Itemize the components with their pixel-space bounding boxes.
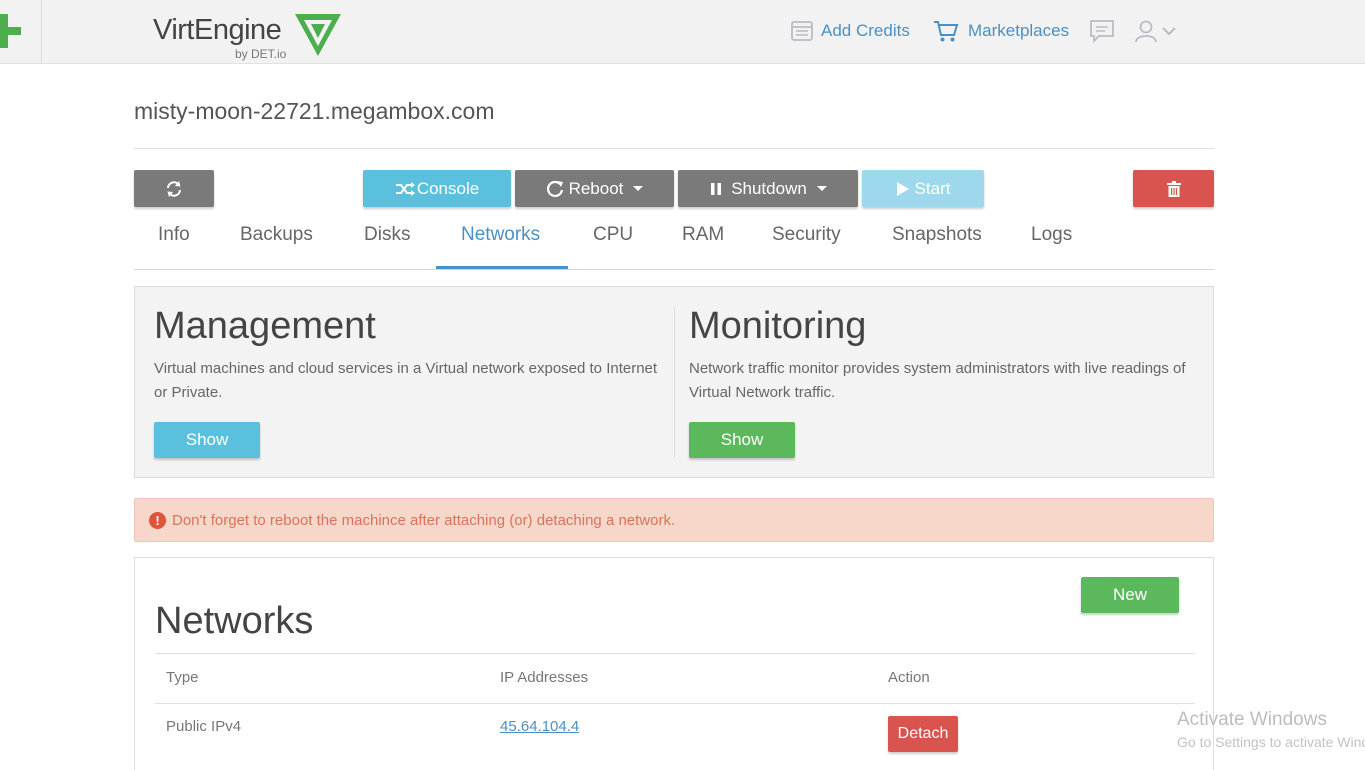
networks-title: Networks [155, 600, 314, 642]
exclamation-circle-icon: ! [149, 511, 166, 529]
tab-cpu[interactable]: CPU [593, 224, 633, 246]
top-navbar: VirtEngine by DET.io Add Credits Marketp… [0, 0, 1365, 64]
tab-security[interactable]: Security [772, 224, 841, 246]
management-description: Virtual machines and cloud services in a… [154, 360, 658, 401]
redo-icon [546, 180, 563, 197]
user-menu[interactable] [1134, 18, 1177, 44]
title-divider [134, 148, 1214, 149]
tab-backups[interactable]: Backups [240, 224, 313, 246]
messages-button[interactable] [1089, 18, 1115, 44]
console-button[interactable]: Console [363, 170, 511, 207]
marketplaces-label: Marketplaces [968, 21, 1070, 40]
monitoring-title: Monitoring [689, 305, 867, 347]
caret-down-icon [633, 186, 644, 191]
plus-icon-bar [0, 27, 21, 35]
refresh-button[interactable] [134, 170, 214, 207]
network-features-panel: Management Virtual machines and cloud se… [134, 286, 1214, 478]
shutdown-dropdown-button[interactable]: Shutdown [678, 170, 858, 207]
play-icon [896, 181, 909, 196]
new-network-label: New [1112, 585, 1147, 604]
refresh-icon [167, 180, 181, 197]
cart-icon [934, 21, 959, 42]
network-type-cell: Public IPv4 [166, 718, 242, 735]
detach-label: Detach [897, 725, 949, 742]
credits-icon [791, 21, 813, 41]
console-label: Console [416, 178, 480, 198]
new-network-button[interactable]: New [1081, 577, 1179, 613]
reboot-dropdown-button[interactable]: Reboot [515, 170, 674, 207]
tab-snapshots[interactable]: Snapshots [892, 224, 982, 246]
column-header-type: Type [166, 669, 199, 686]
column-header-ip: IP Addresses [500, 669, 589, 686]
monitoring-show-label: Show [720, 430, 764, 449]
activation-watermark-title: Activate Windows [1177, 709, 1327, 730]
create-button[interactable] [0, 0, 42, 64]
detail-tabs: Info Backups Disks Networks CPU RAM Secu… [134, 214, 1214, 270]
tab-logs[interactable]: Logs [1031, 224, 1072, 246]
add-credits-label: Add Credits [821, 21, 910, 40]
monitoring-description: Network traffic monitor provides system … [689, 360, 1186, 401]
management-show-label: Show [185, 430, 229, 449]
tab-ram[interactable]: RAM [682, 224, 724, 246]
active-tab-indicator [436, 266, 568, 269]
table-top-rule [155, 653, 1195, 654]
brand-tagline: by DET.io [235, 47, 287, 61]
start-label: Start [914, 178, 951, 198]
brand-logo[interactable]: VirtEngine by DET.io [153, 12, 353, 62]
pause-icon [711, 182, 722, 195]
reboot-warning-alert: ! Don't forget to reboot the machince af… [134, 498, 1214, 542]
chevron-down-icon [1162, 27, 1176, 36]
ip-address-link[interactable]: 45.64.104.4 [500, 718, 579, 735]
panel-divider [674, 307, 675, 457]
tab-disks[interactable]: Disks [364, 224, 410, 246]
add-credits-link[interactable]: Add Credits [790, 18, 910, 44]
detach-button[interactable]: Detach [888, 716, 958, 752]
shutdown-label: Shutdown [731, 178, 807, 198]
management-show-button[interactable]: Show [154, 422, 260, 458]
tab-networks[interactable]: Networks [461, 224, 540, 246]
message-icon [1090, 20, 1114, 43]
tab-info[interactable]: Info [158, 224, 190, 246]
column-header-action: Action [888, 669, 930, 686]
shuffle-icon [395, 181, 415, 196]
brand-name: VirtEngine [153, 14, 282, 46]
marketplaces-link[interactable]: Marketplaces [933, 18, 1069, 44]
trash-icon [1166, 180, 1181, 197]
activation-watermark-subtitle: Go to Settings to activate Windows. [1177, 734, 1365, 750]
table-header-rule [155, 703, 1195, 704]
logo-triangle-icon [295, 14, 341, 56]
monitoring-show-button[interactable]: Show [689, 422, 795, 458]
alert-text: Don't forget to reboot the machince afte… [172, 511, 676, 529]
caret-down-icon [816, 186, 827, 191]
reboot-label: Reboot [568, 178, 624, 198]
user-icon [1135, 20, 1157, 43]
page-title: misty-moon-22721.megambox.com [134, 98, 495, 124]
start-button[interactable]: Start [862, 170, 984, 207]
networks-card: Networks New Type IP Addresses Action Pu… [134, 557, 1214, 770]
delete-button[interactable] [1133, 170, 1214, 207]
management-title: Management [154, 305, 376, 347]
